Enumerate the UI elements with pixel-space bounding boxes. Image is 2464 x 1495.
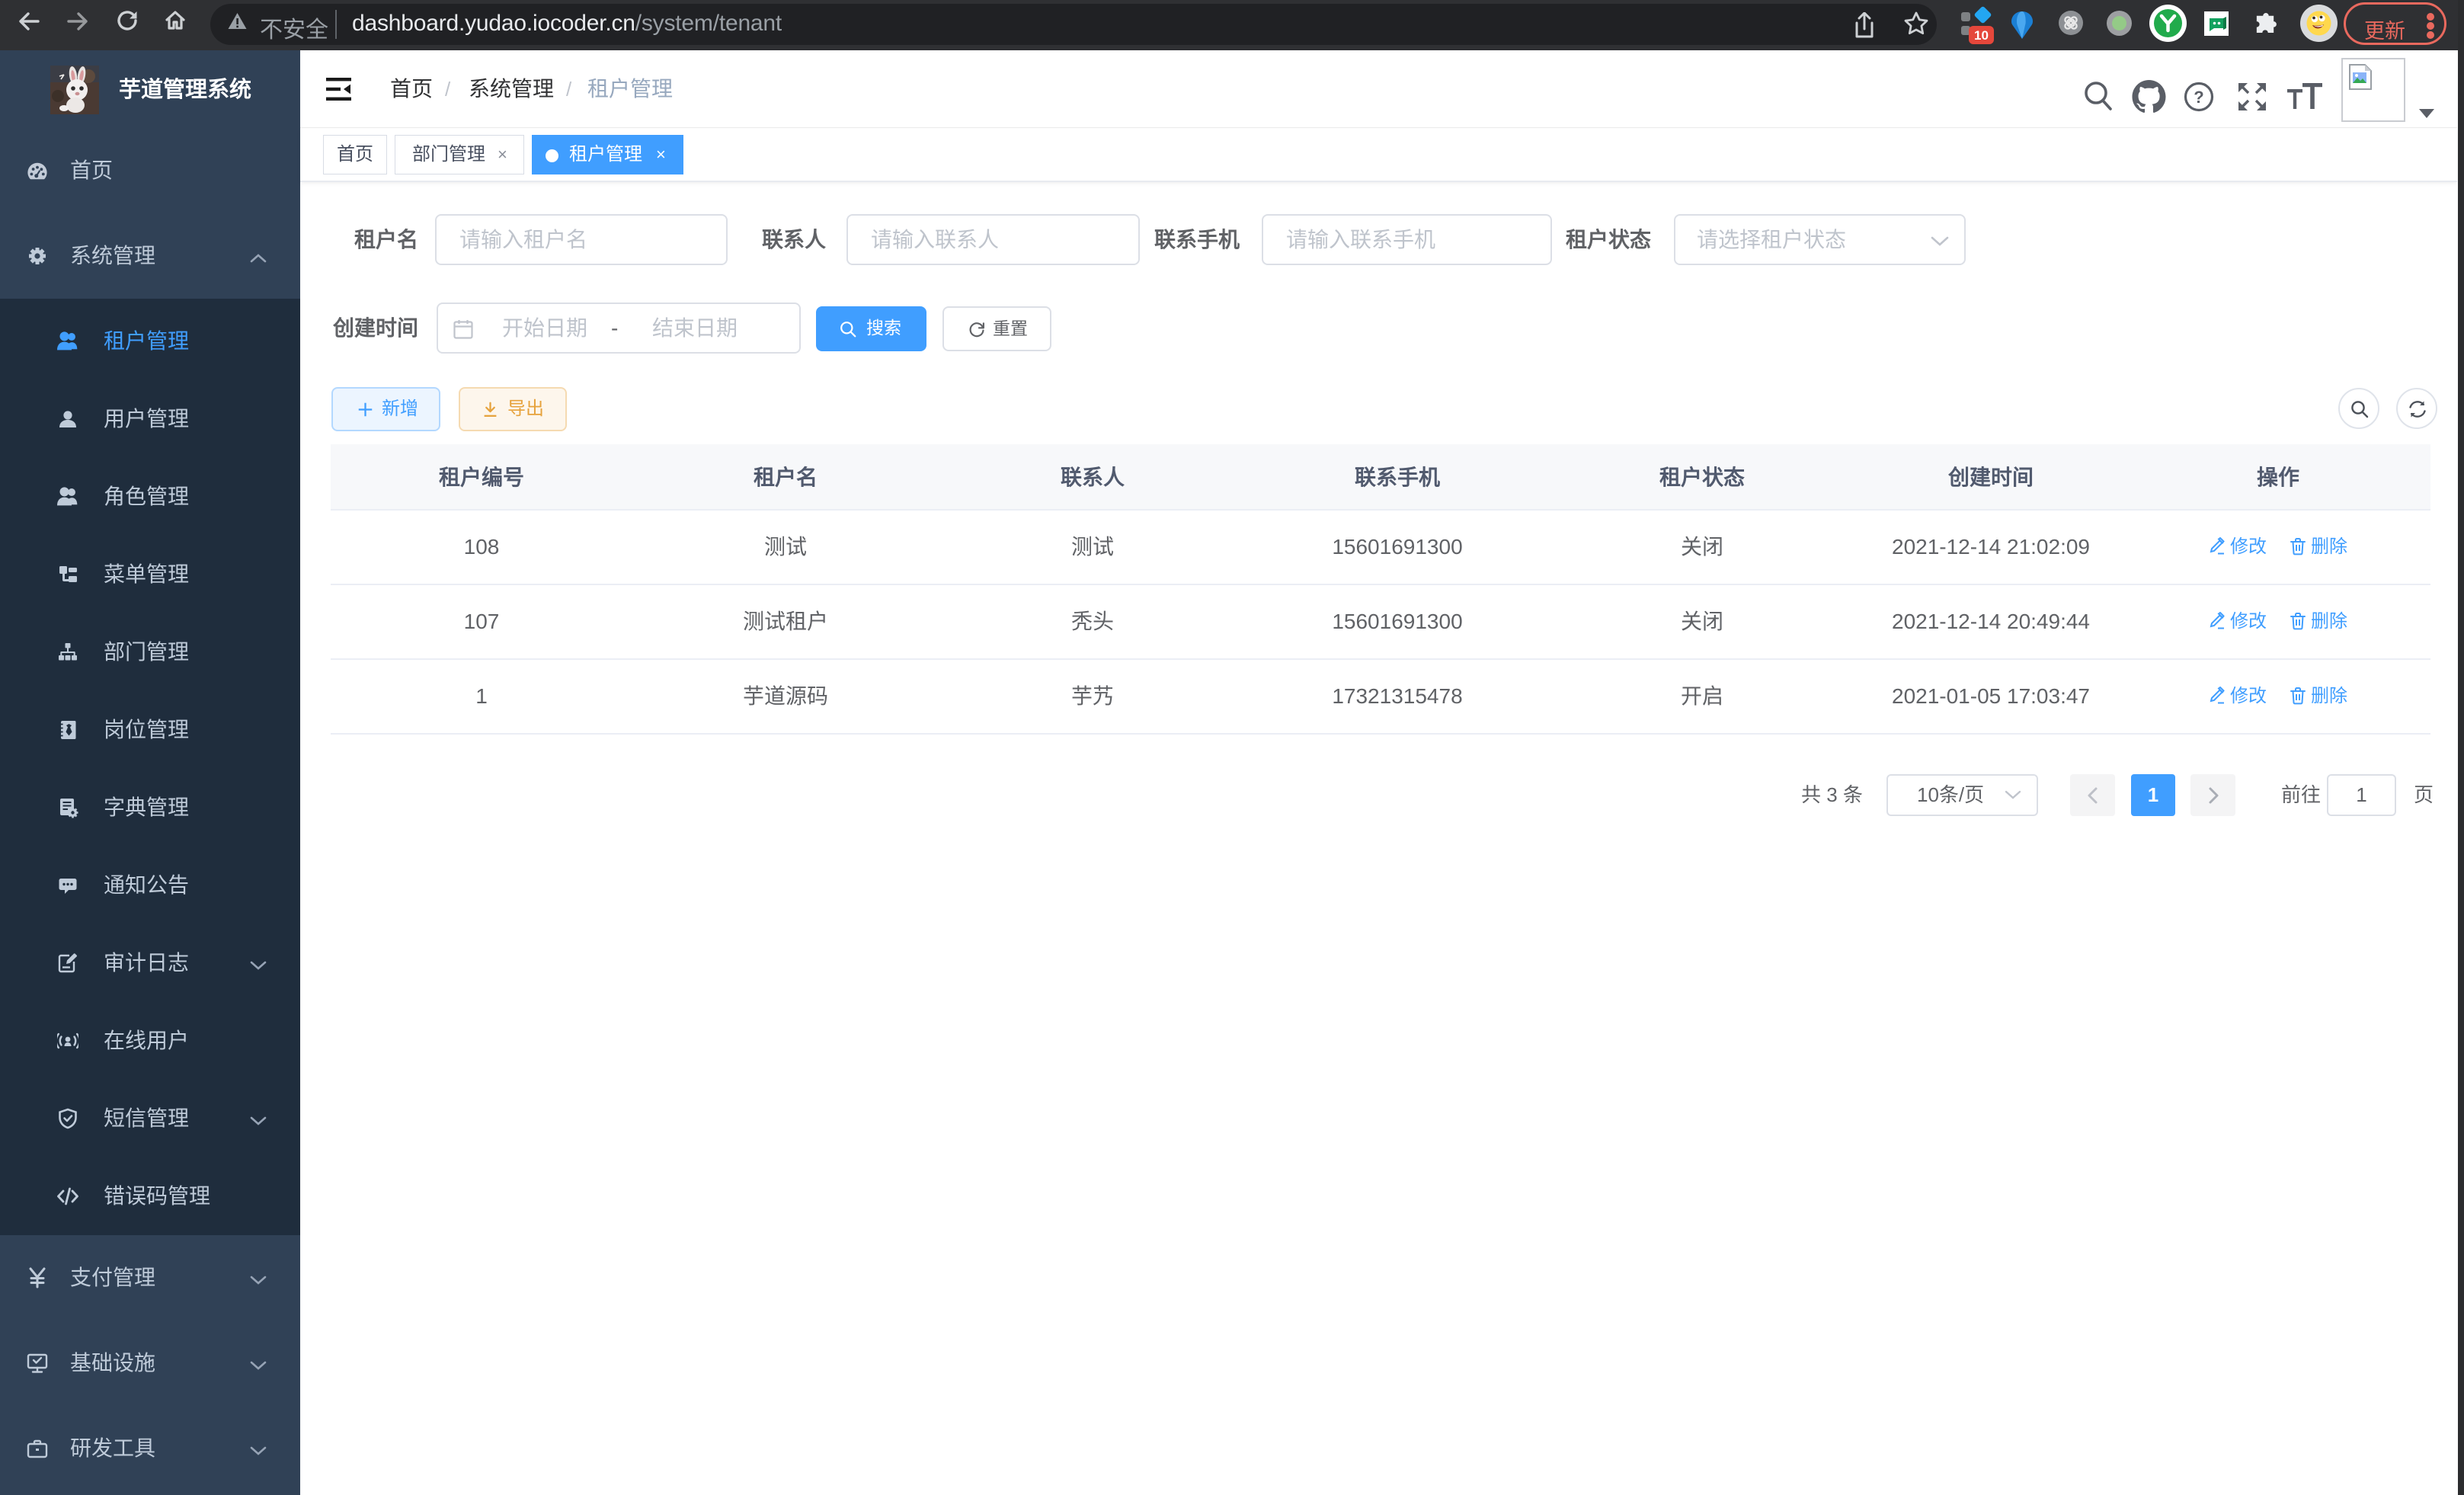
svg-text:?: ? bbox=[2194, 88, 2203, 107]
svg-text:10: 10 bbox=[1974, 28, 1989, 43]
